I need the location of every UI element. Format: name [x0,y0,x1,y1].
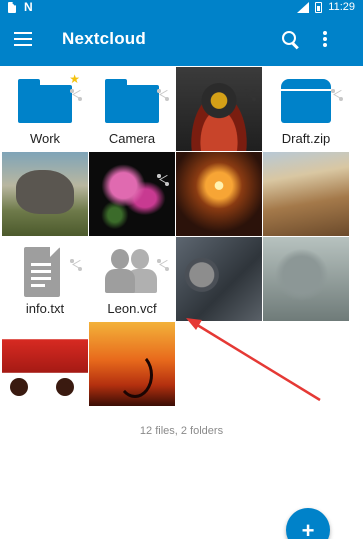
signal-icon [297,1,310,13]
share-icon[interactable] [157,259,169,271]
file-item-leon-vcf[interactable]: Leon.vcf [89,237,175,321]
star-icon: ★ [69,72,80,86]
file-grid: ★ Work Camera Draft.zip info.txt Leon.vc… [2,67,362,406]
file-item-info-txt[interactable]: info.txt [2,237,88,321]
status-bar: N 11:29 [0,0,363,14]
plus-icon: + [301,518,315,539]
menu-icon[interactable] [14,32,32,46]
share-icon[interactable] [157,174,169,186]
overflow-menu-icon[interactable] [322,31,328,49]
image-thumbnail-valley[interactable] [263,152,349,236]
app-bar: Nextcloud [0,14,363,66]
folder-icon [105,79,159,123]
folder-summary: 12 files, 2 folders [139,425,224,437]
image-thumbnail-sunset[interactable] [89,322,175,406]
status-time: 11:29 [328,1,355,13]
image-thumbnail-candle[interactable] [176,152,262,236]
add-fab-button[interactable]: + [286,508,330,539]
image-thumbnail-seal[interactable] [263,237,349,321]
battery-icon [315,1,323,13]
share-icon[interactable] [70,259,82,271]
image-thumbnail-flower[interactable] [89,152,175,236]
file-name: Leon.vcf [107,301,157,316]
nfc-icon: N [24,0,33,14]
search-icon[interactable] [281,30,301,50]
file-name: Draft.zip [281,131,331,146]
contact-icon [105,249,159,295]
app-title: Nextcloud [62,29,146,48]
file-item-draft-zip[interactable]: Draft.zip [263,67,349,151]
file-item-folder-work[interactable]: ★ Work [2,67,88,151]
image-thumbnail-watch[interactable] [176,237,262,321]
image-thumbnail-bee[interactable] [176,67,262,151]
file-name: Camera [108,131,156,146]
file-name: info.txt [25,301,65,316]
share-icon[interactable] [244,89,256,101]
sim-card-icon [8,1,16,13]
share-icon[interactable] [331,89,343,101]
image-thumbnail-firetruck[interactable] [2,322,88,406]
folder-icon [18,79,72,123]
text-file-icon [24,247,60,297]
file-name: Work [29,131,61,146]
archive-icon [281,79,331,123]
file-item-folder-camera[interactable]: Camera [89,67,175,151]
share-icon[interactable] [157,89,169,101]
image-thumbnail-elephant[interactable] [2,152,88,236]
share-icon[interactable] [70,89,82,101]
